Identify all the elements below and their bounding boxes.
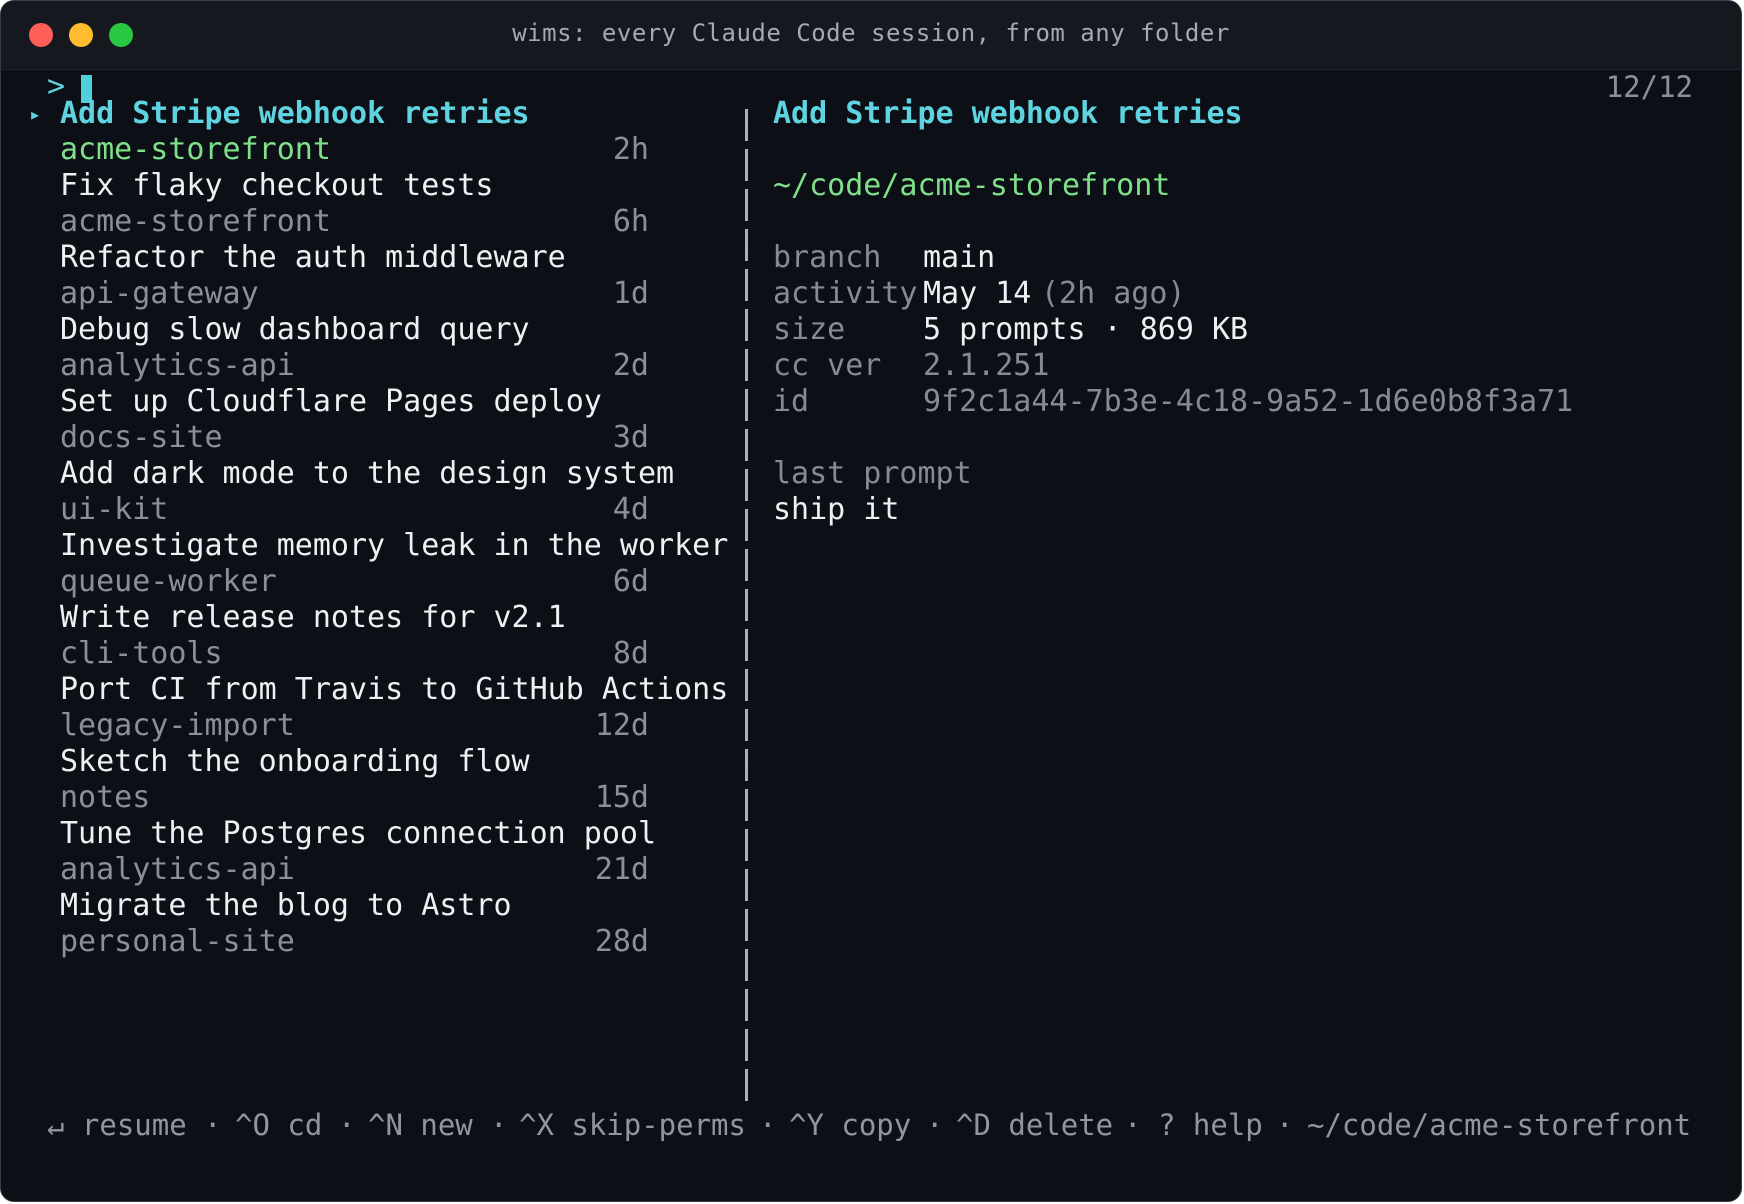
session-title[interactable]: Add dark mode to the design system	[60, 454, 674, 494]
session-title[interactable]: Add Stripe webhook retries	[60, 94, 530, 134]
skip-perms-hint[interactable]: ^X skip-perms	[519, 1105, 746, 1145]
last-prompt-label: last prompt	[773, 456, 972, 491]
session-age: 28d	[594, 924, 649, 959]
footer-separator: ·	[1276, 1108, 1294, 1142]
terminal-window: wims: every Claude Code session, from an…	[0, 0, 1742, 1202]
session-age: 15d	[594, 780, 649, 815]
session-age: 21d	[594, 852, 649, 887]
detail-title: Add Stripe webhook retries	[773, 96, 1243, 131]
help-hint[interactable]: ? help	[1158, 1105, 1263, 1145]
session-age: 8d	[612, 636, 649, 671]
cd-hint[interactable]: ^O cd	[235, 1105, 322, 1145]
activity-date: May 14	[923, 276, 1032, 311]
activity-label: activity	[773, 276, 918, 311]
session-age: 4d	[612, 492, 649, 527]
activity-ago: (2h ago)	[1041, 276, 1186, 311]
title-bar: wims: every Claude Code session, from an…	[1, 1, 1741, 70]
size-value: 5 prompts · 869 KB	[923, 312, 1249, 347]
session-title[interactable]: Fix flaky checkout tests	[60, 166, 493, 206]
session-project: docs-site	[60, 420, 223, 455]
session-age: 6h	[612, 204, 649, 239]
session-age: 6d	[612, 564, 649, 599]
resume-hint[interactable]: ↵ resume	[47, 1105, 187, 1145]
cc-version-value: 2.1.251	[923, 348, 1050, 383]
copy-hint[interactable]: ^Y copy	[789, 1105, 911, 1145]
footer-separator: ·	[204, 1108, 222, 1142]
session-age: 3d	[612, 420, 649, 455]
size-label: size	[773, 312, 846, 347]
session-project: analytics-api	[60, 348, 295, 383]
session-project: personal-site	[60, 924, 295, 959]
session-project: cli-tools	[60, 636, 223, 671]
session-age: 2d	[612, 348, 649, 383]
footer-separator: ·	[490, 1108, 508, 1142]
session-project: api-gateway	[60, 276, 259, 311]
footer-separator: ·	[926, 1108, 944, 1142]
id-value: 9f2c1a44-7b3e-4c18-9a52-1d6e0b8f3a71	[923, 384, 1574, 419]
session-title[interactable]: Write release notes for v2.1	[60, 598, 566, 638]
session-project: queue-worker	[60, 564, 277, 599]
session-title[interactable]: Migrate the blog to Astro	[60, 886, 512, 926]
session-project: analytics-api	[60, 852, 295, 887]
session-age: 12d	[594, 708, 649, 743]
branch-label: branch	[773, 240, 882, 275]
session-project: notes	[60, 780, 151, 815]
delete-hint[interactable]: ^D delete	[956, 1105, 1113, 1145]
current-directory: ~/code/acme-storefront	[1307, 1108, 1692, 1142]
session-project: legacy-import	[60, 708, 295, 743]
session-title[interactable]: Port CI from Travis to GitHub Actions	[60, 670, 728, 710]
session-title[interactable]: Set up Cloudflare Pages deploy	[60, 382, 602, 422]
selected-marker-icon: ▸	[29, 102, 42, 126]
session-age: 1d	[612, 276, 649, 311]
session-title[interactable]: Tune the Postgres connection pool	[60, 814, 656, 854]
session-project: acme-storefront	[60, 132, 331, 167]
cc-version-label: cc ver	[773, 348, 882, 383]
new-hint[interactable]: ^N new	[368, 1105, 473, 1145]
branch-value: main	[923, 240, 996, 275]
pane-divider	[745, 109, 748, 1105]
session-project: acme-storefront	[60, 204, 331, 239]
footer-separator: ·	[1124, 1108, 1142, 1142]
session-title[interactable]: Debug slow dashboard query	[60, 310, 530, 350]
footer-separator: ·	[759, 1108, 777, 1142]
session-title[interactable]: Refactor the auth middleware	[60, 238, 566, 278]
last-prompt-value: ship it	[773, 492, 900, 527]
id-label: id	[773, 384, 810, 419]
session-title[interactable]: Sketch the onboarding flow	[60, 742, 530, 782]
window-title: wims: every Claude Code session, from an…	[512, 19, 1230, 47]
detail-path: ~/code/acme-storefront	[773, 168, 1171, 203]
session-project: ui-kit	[60, 492, 169, 527]
session-age: 2h	[612, 132, 649, 167]
footer-separator: ·	[338, 1108, 356, 1142]
result-count: 12/12	[1605, 70, 1693, 104]
session-title[interactable]: Investigate memory leak in the worker	[60, 526, 728, 566]
